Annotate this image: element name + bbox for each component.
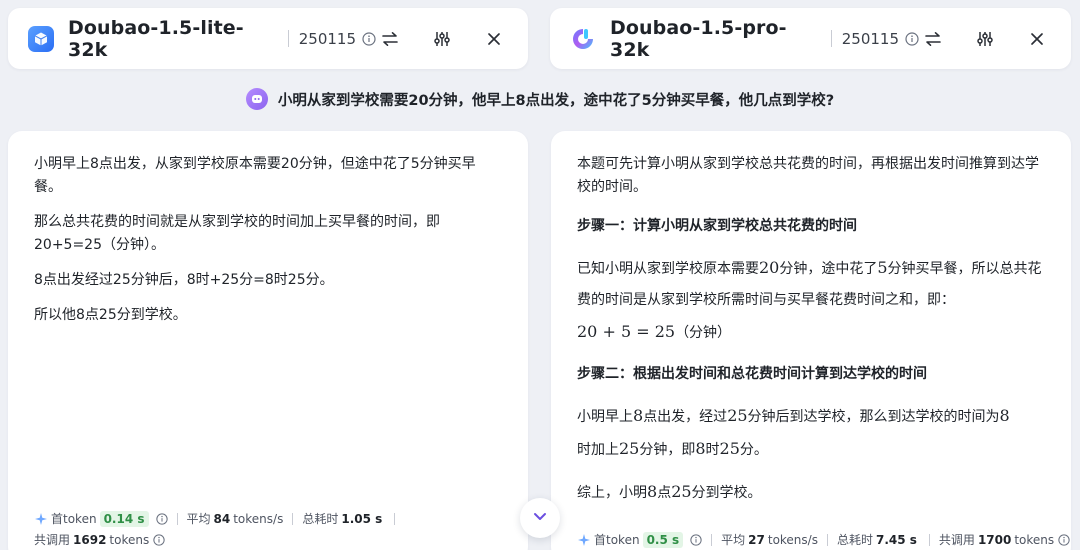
divider bbox=[711, 533, 713, 546]
divider bbox=[830, 30, 832, 47]
right-model-version: 250115 bbox=[841, 29, 899, 48]
answer-paragraph: 小明早上8点出发，从家到学校原本需要20分钟，但途中花了5分钟买早餐。 bbox=[34, 156, 476, 195]
calls-label: 共调用 bbox=[34, 533, 71, 547]
answer-paragraph: 8点出发经过25分钟后，8时+25分=8时25分。 bbox=[34, 272, 334, 288]
info-icon[interactable] bbox=[690, 533, 702, 546]
right-model-header: Doubao-1.5-pro-32k 250115 bbox=[550, 8, 1071, 69]
avg-unit: tokens/s bbox=[767, 532, 818, 547]
doubao-pro-logo-icon bbox=[570, 25, 596, 52]
left-answer-panel: 小明早上8点出发，从家到学校原本需要20分钟，但途中花了5分钟买早餐。 那么总共… bbox=[8, 131, 528, 550]
divider bbox=[287, 30, 289, 47]
settings-sliders-icon[interactable] bbox=[971, 25, 999, 53]
swap-icon[interactable] bbox=[919, 25, 947, 53]
answer-intro: 本题可先计算小明从家到学校总共花费的时间，再根据出发时间推算到达学校的时间。 bbox=[577, 156, 1039, 195]
left-model-version: 250115 bbox=[298, 29, 356, 48]
right-header-actions bbox=[919, 25, 1051, 53]
info-icon[interactable] bbox=[155, 512, 168, 525]
divider bbox=[292, 512, 294, 525]
divider bbox=[826, 533, 828, 546]
avg-unit: tokens/s bbox=[233, 511, 284, 526]
info-icon[interactable] bbox=[153, 533, 165, 546]
answer-paragraph: 所以他8点25分到学校。 bbox=[34, 307, 187, 323]
avg-value: 27 bbox=[748, 532, 765, 547]
close-icon[interactable] bbox=[1023, 25, 1051, 53]
user-avatar-icon bbox=[245, 88, 268, 110]
left-stats-row-2: 共调用 1692 tokens bbox=[34, 531, 165, 548]
left-model-name: Doubao-1.5-lite-32k bbox=[68, 16, 244, 61]
divider bbox=[176, 512, 178, 525]
total-time-value: 1.05 s bbox=[341, 511, 383, 526]
right-stats-row: 首token 0.5 s 平均 27 tokens/s 总耗时 7.45 s 共… bbox=[577, 531, 1070, 548]
total-time-value: 7.45 s bbox=[875, 532, 917, 547]
left-model-header: Doubao-1.5-lite-32k 250115 bbox=[8, 8, 528, 69]
calls-value: 1692 bbox=[73, 532, 107, 547]
step-2-text: 小明早上8点出发，经过25分钟后到达学校，那么到达学校的时间为8 时加上25分钟，… bbox=[577, 406, 1010, 458]
step-1-text: 已知小明从家到学校原本需要20分钟，途中花了5分钟买早餐，所以总共花费的时间是从… bbox=[577, 258, 1042, 341]
total-time-label: 总耗时 bbox=[836, 533, 873, 547]
step-1-title: 步骤一：计算小明从家到学校总共花费的时间 bbox=[577, 218, 857, 234]
close-icon[interactable] bbox=[480, 25, 508, 53]
avg-label: 平均 bbox=[721, 533, 746, 547]
swap-icon[interactable] bbox=[376, 25, 404, 53]
left-header-actions bbox=[376, 25, 508, 53]
avg-label: 平均 bbox=[186, 512, 211, 526]
first-token-label: 首token bbox=[594, 533, 640, 547]
question-text: 小明从家到学校需要20分钟，他早上8点出发，途中花了5分钟买早餐，他几点到学校? bbox=[277, 92, 835, 109]
avg-value: 84 bbox=[213, 511, 231, 526]
step-1-equation: 20 + 5 = 25 bbox=[577, 322, 676, 341]
first-token-label: 首token bbox=[51, 512, 97, 526]
step-2-title: 步骤二：根据出发时间和总花费时间计算到达学校的时间 bbox=[577, 366, 927, 382]
scroll-down-button[interactable] bbox=[520, 498, 560, 538]
first-token-value: 0.5 s bbox=[642, 531, 684, 548]
sparkle-icon bbox=[34, 512, 48, 526]
total-time-label: 总耗时 bbox=[302, 512, 339, 526]
info-icon[interactable] bbox=[1058, 533, 1070, 546]
divider bbox=[928, 533, 930, 546]
left-stats-row-1: 首token 0.14 s 平均 84 tokens/s 总耗时 1.05 s bbox=[34, 510, 404, 527]
settings-sliders-icon[interactable] bbox=[428, 25, 456, 53]
calls-value: 1700 bbox=[977, 532, 1012, 547]
right-model-name: Doubao-1.5-pro-32k bbox=[610, 16, 787, 61]
calls-label: 共调用 bbox=[938, 533, 975, 547]
cube-logo-icon bbox=[28, 25, 54, 52]
info-icon[interactable] bbox=[362, 31, 376, 46]
divider bbox=[394, 512, 396, 525]
calls-unit: tokens bbox=[1014, 532, 1055, 547]
sparkle-icon bbox=[577, 533, 591, 547]
answer-paragraph: 那么总共花费的时间就是从家到学校的时间加上买早餐的时间，即20+5=25（分钟）… bbox=[34, 214, 440, 253]
right-answer-panel: 本题可先计算小明从家到学校总共花费的时间，再根据出发时间推算到达学校的时间。 步… bbox=[551, 131, 1071, 550]
info-icon[interactable] bbox=[905, 31, 919, 46]
first-token-value: 0.14 s bbox=[99, 510, 149, 527]
calls-unit: tokens bbox=[109, 532, 150, 547]
user-question: 小明从家到学校需要20分钟，他早上8点出发，途中花了5分钟买早餐，他几点到学校? bbox=[0, 88, 1080, 110]
conclusion-text: 综上，小明8点25分到学校。 bbox=[577, 482, 762, 501]
chevron-down-icon bbox=[532, 508, 548, 528]
